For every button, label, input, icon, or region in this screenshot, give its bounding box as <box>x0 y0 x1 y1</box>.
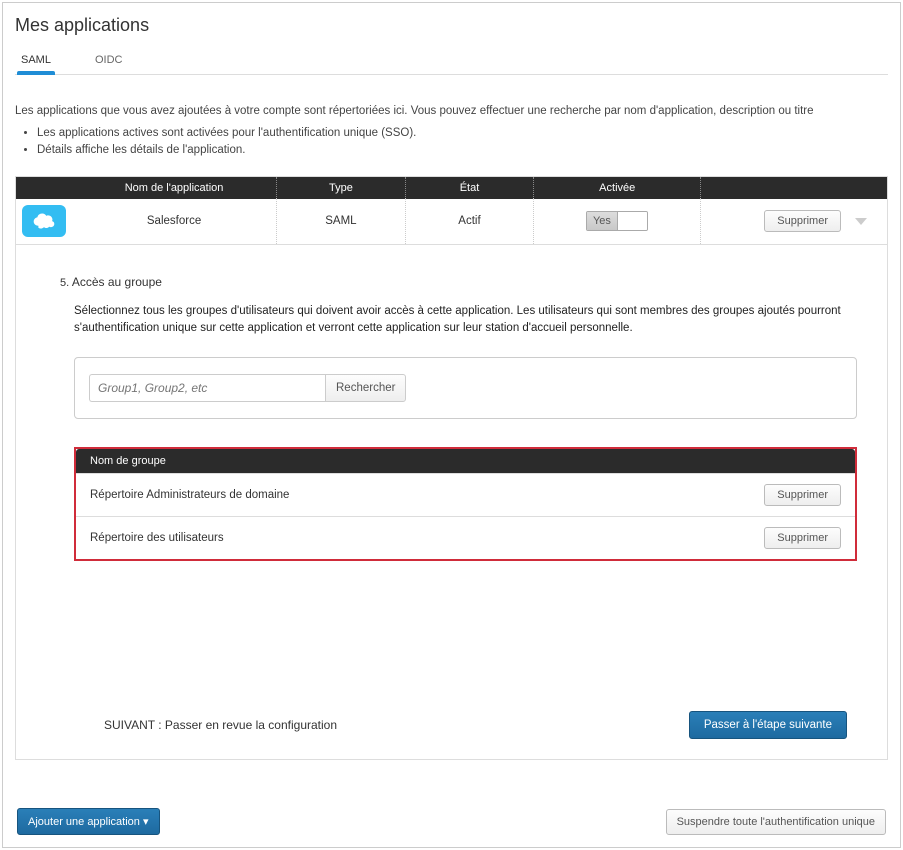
add-application-label: Ajouter une application <box>28 816 140 828</box>
intro-bullet: Détails affiche les détails de l'applica… <box>37 142 888 159</box>
col-header-active: Activée <box>534 182 700 194</box>
suspend-sso-button[interactable]: Suspendre toute l'authentification uniqu… <box>666 809 886 835</box>
add-application-button[interactable]: Ajouter une application ▾ <box>17 808 160 835</box>
delete-group-button[interactable]: Supprimer <box>764 484 841 506</box>
expand-row-icon[interactable] <box>855 218 867 225</box>
intro-text: Les applications que vous avez ajoutées … <box>15 105 888 117</box>
delete-group-button[interactable]: Supprimer <box>764 527 841 549</box>
group-table-header: Nom de groupe <box>76 449 855 473</box>
group-search-box: Rechercher <box>74 357 857 419</box>
delete-app-button[interactable]: Supprimer <box>764 210 841 232</box>
cell-app-name: Salesforce <box>72 215 276 227</box>
group-search-input[interactable] <box>89 374 325 402</box>
cell-app-type: SAML <box>277 215 405 227</box>
active-toggle[interactable]: Yes <box>586 211 648 231</box>
group-name: Répertoire des utilisateurs <box>90 532 224 544</box>
next-step-label: SUIVANT : Passer en revue la configurati… <box>104 718 337 732</box>
step-number: 5. <box>60 277 69 289</box>
page-title: Mes applications <box>15 15 888 36</box>
step-description: Sélectionnez tous les groupes d'utilisat… <box>74 303 857 338</box>
col-header-name: Nom de l'application <box>72 182 276 194</box>
group-name: Répertoire Administrateurs de domaine <box>90 489 289 501</box>
intro-list: Les applications actives sont activées p… <box>15 125 888 160</box>
group-search-button[interactable]: Rechercher <box>325 374 406 402</box>
next-step-button[interactable]: Passer à l'étape suivante <box>689 711 847 739</box>
salesforce-icon <box>22 205 66 237</box>
cell-app-state: Actif <box>406 215 534 227</box>
step-title: 5. Accès au groupe <box>60 275 857 289</box>
group-row: Répertoire Administrateurs de domaine Su… <box>76 473 855 516</box>
tab-oidc[interactable]: OIDC <box>93 48 125 74</box>
tab-saml[interactable]: SAML <box>19 48 53 74</box>
toggle-yes: Yes <box>587 212 618 230</box>
intro-bullet: Les applications actives sont activées p… <box>37 125 888 142</box>
table-row: Salesforce SAML Actif Yes Supprimer <box>16 199 887 245</box>
group-table: Nom de groupe Répertoire Administrateurs… <box>74 447 857 561</box>
dropdown-caret-icon: ▾ <box>143 816 149 828</box>
applications-table: Nom de l'application Type État Activée S… <box>15 176 888 761</box>
tab-bar: SAML OIDC <box>15 48 888 75</box>
col-header-state: État <box>406 182 534 194</box>
col-header-type: Type <box>277 182 405 194</box>
detail-panel: 5. Accès au groupe Sélectionnez tous les… <box>16 245 887 760</box>
step-title-text: Accès au groupe <box>72 275 162 289</box>
group-row: Répertoire des utilisateurs Supprimer <box>76 516 855 559</box>
